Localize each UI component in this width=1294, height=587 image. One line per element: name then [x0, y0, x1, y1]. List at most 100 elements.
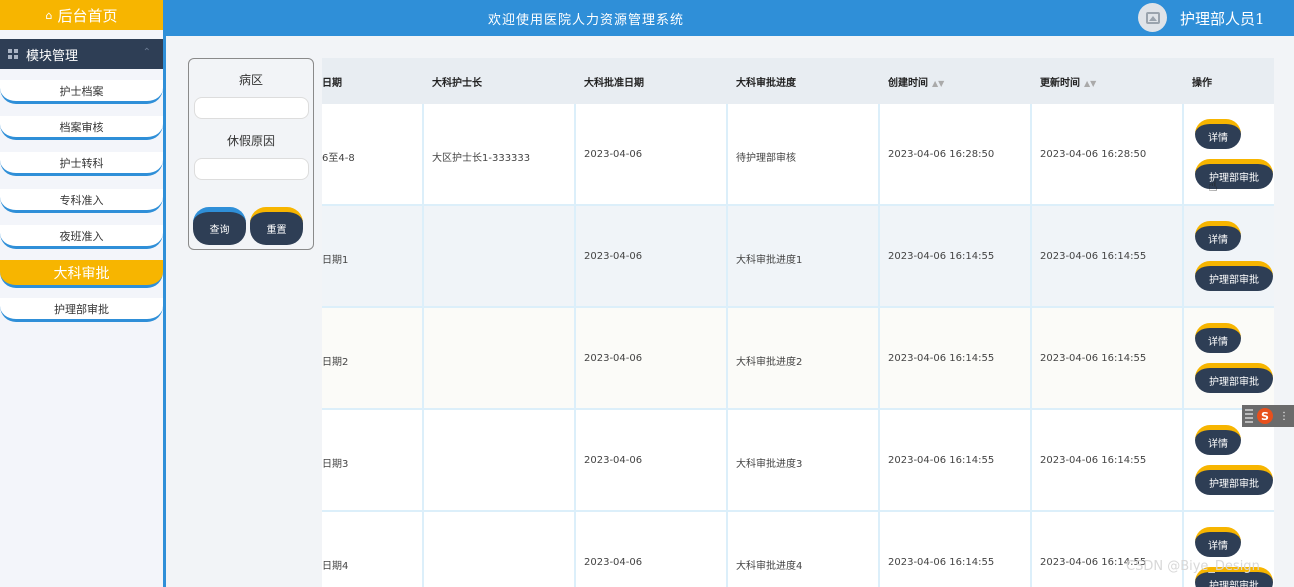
sort-icon[interactable]: ▲▼ [1084, 79, 1096, 88]
column-header-date[interactable]: 日期 [322, 74, 342, 89]
nursing-approve-button[interactable]: 护理部审批 [1195, 363, 1273, 393]
hand-cursor-icon: ☝ [1208, 176, 1218, 195]
cell-created: 2023-04-06 16:14:55 [888, 557, 995, 568]
detail-button[interactable]: 详情 [1195, 221, 1241, 251]
sidebar-item-nurse-files[interactable]: 护士档案 [0, 80, 163, 104]
top-bar: 欢迎使用医院人力资源管理系统 护理部人员1 [166, 0, 1294, 36]
cell-created: 2023-04-06 16:14:55 [888, 353, 995, 364]
column-divider [574, 104, 576, 587]
column-header-head-nurse[interactable]: 大科护士长 [432, 74, 482, 89]
detail-button[interactable]: 详情 [1195, 425, 1241, 455]
column-divider [1182, 104, 1184, 587]
cell-date: 日期3 [322, 459, 349, 470]
sidebar-item-dept-approval[interactable]: 大科审批 [0, 260, 163, 288]
cell-progress: 大科审批进度3 [736, 459, 803, 470]
cell-approve-date: 2023-04-06 [584, 353, 643, 364]
row-divider [322, 510, 1274, 512]
home-link[interactable]: ⌂ 后台首页 [0, 0, 163, 30]
data-table: 日期 大科护士长 大科批准日期 大科审批进度 创建时间 ▲▼ 更新时间 ▲▼ 操作 … [322, 58, 1274, 587]
grid-icon [8, 48, 19, 60]
column-header-label: 更新时间 [1040, 78, 1080, 89]
nursing-approve-button[interactable]: 护理部审批 [1195, 159, 1273, 189]
sidebar-item-label: 专科准入 [59, 193, 104, 207]
nursing-approve-button[interactable]: 护理部审批 [1195, 261, 1273, 291]
cell-progress: 大科审批进度4 [736, 561, 803, 572]
cell-created: 2023-04-06 16:14:55 [888, 455, 995, 466]
nursing-approve-button[interactable]: 护理部审批 [1195, 465, 1273, 495]
row-divider [322, 408, 1274, 410]
ward-label: 病区 [238, 73, 263, 87]
ime-toolbar[interactable]: S ⋮ [1242, 405, 1294, 427]
column-divider [1030, 104, 1032, 587]
cell-approve-date: 2023-04-06 [584, 557, 643, 568]
cell-progress: 大科审批进度1 [736, 255, 803, 266]
cell-updated: 2023-04-06 16:14:55 [1040, 353, 1147, 364]
chevron-up-icon: ⌃ [142, 47, 151, 58]
cell-updated: 2023-04-06 16:28:50 [1040, 149, 1147, 160]
sidebar-item-specialty-access[interactable]: 专科准入 [0, 189, 163, 213]
cell-created: 2023-04-06 16:14:55 [888, 251, 995, 262]
sidebar-item-label: 档案审核 [59, 120, 104, 134]
home-icon: ⌂ [45, 8, 53, 22]
cell-date: 日期2 [322, 357, 349, 368]
home-label: 后台首页 [57, 6, 118, 25]
cell-approve-date: 2023-04-06 [584, 455, 643, 466]
sort-icon[interactable]: ▲▼ [932, 79, 944, 88]
leave-reason-label: 休假原因 [226, 134, 275, 148]
sidebar-item-label: 护士档案 [59, 84, 104, 98]
cell-created: 2023-04-06 16:28:50 [888, 149, 995, 160]
table-row: 日期4 2023-04-06 大科审批进度4 2023-04-06 16:14:… [322, 512, 1274, 587]
row-divider [322, 306, 1274, 308]
row-divider [322, 204, 1274, 206]
cell-updated: 2023-04-06 16:14:55 [1040, 251, 1147, 262]
query-button[interactable]: 查询 [193, 207, 246, 245]
more-icon[interactable]: ⋮ [1279, 411, 1289, 422]
search-panel: 病区 休假原因 查询 重置 [188, 58, 314, 250]
column-divider [726, 104, 728, 587]
module-menu-header[interactable]: 模块管理 ⌃ [0, 39, 163, 69]
table-header: 日期 大科护士长 大科批准日期 大科审批进度 创建时间 ▲▼ 更新时间 ▲▼ 操作 [322, 58, 1274, 104]
table-row: 日期2 2023-04-06 大科审批进度2 2023-04-06 16:14:… [322, 308, 1274, 408]
cell-approve-date: 2023-04-06 [584, 149, 643, 160]
sidebar-item-nursing-approval[interactable]: 护理部审批 [0, 298, 163, 322]
column-header-approve-date[interactable]: 大科批准日期 [584, 74, 644, 89]
column-header-actions: 操作 [1192, 78, 1212, 89]
table-row: 6至4-8 大区护士长1-333333 2023-04-06 待护理部审核 20… [322, 104, 1274, 204]
avatar[interactable] [1138, 3, 1167, 32]
column-divider [878, 104, 880, 587]
user-name[interactable]: 护理部人员1 [1180, 8, 1265, 29]
page-title: 欢迎使用医院人力资源管理系统 [487, 13, 684, 28]
image-icon [1145, 11, 1160, 24]
column-header-updated[interactable]: 更新时间 ▲▼ [1040, 74, 1096, 89]
sidebar-item-label: 护士转科 [59, 156, 104, 170]
sidebar-item-label: 夜班准入 [59, 229, 104, 243]
sidebar-item-label: 护理部审批 [54, 302, 109, 316]
sogou-logo-icon[interactable]: S [1257, 408, 1273, 424]
table-row: 日期1 2023-04-06 大科审批进度1 2023-04-06 16:14:… [322, 206, 1274, 306]
cell-head-nurse: 大区护士长1-333333 [432, 153, 531, 164]
module-menu-label: 模块管理 [26, 48, 79, 64]
cell-date: 6至4-8 [322, 153, 355, 164]
sidebar-item-night-shift-access[interactable]: 夜班准入 [0, 225, 163, 249]
cell-date: 日期4 [322, 561, 349, 572]
leave-reason-input[interactable] [194, 158, 309, 180]
ward-input[interactable] [194, 97, 309, 119]
column-header-progress[interactable]: 大科审批进度 [736, 74, 796, 89]
cell-progress: 待护理部审核 [736, 153, 796, 164]
cell-approve-date: 2023-04-06 [584, 251, 643, 262]
cell-date: 日期1 [322, 255, 349, 266]
detail-button[interactable]: 详情 [1195, 527, 1241, 557]
sidebar-item-nurse-transfer[interactable]: 护士转科 [0, 152, 163, 176]
reset-button[interactable]: 重置 [250, 207, 303, 245]
table-row: 日期3 2023-04-06 大科审批进度3 2023-04-06 16:14:… [322, 410, 1274, 510]
sidebar: ⌂ 后台首页 模块管理 ⌃ 护士档案 档案审核 护士转科 专科准入 夜班准入 大… [0, 0, 166, 587]
drag-handle-icon[interactable] [1245, 409, 1253, 423]
column-header-created[interactable]: 创建时间 ▲▼ [888, 74, 944, 89]
cell-progress: 大科审批进度2 [736, 357, 803, 368]
detail-button[interactable]: 详情 [1195, 119, 1241, 149]
detail-button[interactable]: 详情 [1195, 323, 1241, 353]
column-header-label: 创建时间 [888, 78, 928, 89]
sidebar-item-label: 大科审批 [53, 265, 110, 282]
cell-updated: 2023-04-06 16:14:55 [1040, 455, 1147, 466]
sidebar-item-file-review[interactable]: 档案审核 [0, 116, 163, 140]
